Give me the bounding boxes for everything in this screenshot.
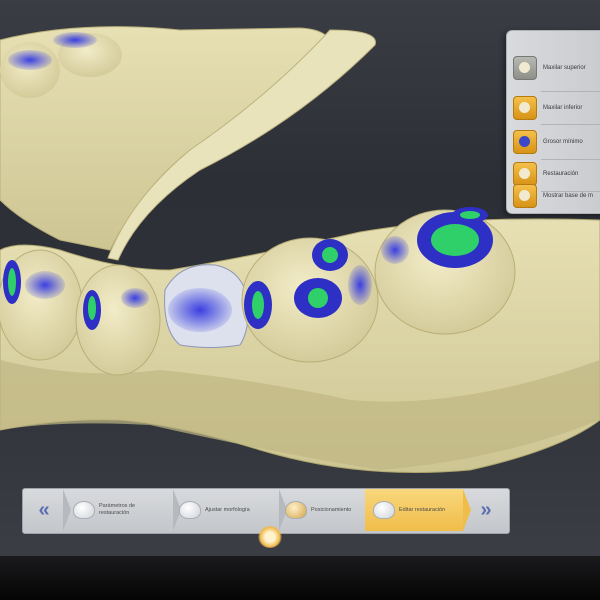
contact-spot [8,268,16,296]
divider [541,124,600,125]
tooth-morphology-icon [179,501,201,519]
side-item-label: Grosor mínimo [543,139,583,145]
upper-jaw-toggle[interactable]: Maxilar superior [513,53,600,83]
next-step-button[interactable]: » [471,495,501,525]
contact-spot [8,50,52,70]
min-thickness-icon [513,130,537,154]
step-label: Parámetros de restauración [99,503,136,516]
positioning-icon [285,501,307,519]
side-item-label: Mostrar base de m [543,193,594,199]
side-item-label: Maxilar superior [543,65,586,71]
model-base-toggle[interactable]: Mostrar base de m [513,181,600,211]
model-base-icon [513,184,537,208]
step-label: Posicionamiento [311,506,352,513]
step-positioning[interactable]: Posicionamiento [285,489,365,531]
monitor-bezel [0,556,600,600]
step-adjust-morphology[interactable]: Ajustar morfología [179,489,279,531]
previous-step-button[interactable]: « [29,495,59,525]
contact-spot [88,296,96,320]
contact-spot [25,271,65,299]
min-thickness-toggle[interactable]: Grosor mínimo [513,127,600,157]
lower-jaw-icon [513,96,537,120]
lower-jaw-toggle[interactable]: Maxilar inferior [513,93,600,123]
contact-spot [460,211,480,219]
active-tool-icon[interactable] [258,526,282,548]
divider [63,489,71,531]
contact-spot [121,288,149,308]
contact-spot [308,288,328,308]
contact-spot [381,236,409,264]
step-edit-restoration[interactable]: Editar restauración [365,489,463,531]
double-chevron-right-icon: » [480,499,492,521]
step-label: Editar restauración [399,506,446,513]
step-restoration-parameters[interactable]: Parámetros de restauración [73,489,173,531]
contact-spot [431,224,479,256]
step-label: Ajustar morfología [205,506,250,513]
divider [463,489,471,531]
upper-jaw-icon [513,56,537,80]
contact-spot [348,265,372,305]
contact-spot [322,247,338,263]
contact-spot [168,288,232,332]
application-screen: Maxilar superior Maxilar inferior Grosor… [0,0,600,600]
tooth-icon [73,501,95,519]
side-item-label: Maxilar inferior [543,105,583,111]
view-options-panel: Maxilar superior Maxilar inferior Grosor… [506,30,600,214]
side-item-label: Restauración [543,171,579,177]
contact-spot [53,32,97,48]
contact-spot [252,291,264,319]
double-chevron-left-icon: « [38,499,50,521]
divider [541,91,600,92]
edit-restoration-icon [373,501,395,519]
